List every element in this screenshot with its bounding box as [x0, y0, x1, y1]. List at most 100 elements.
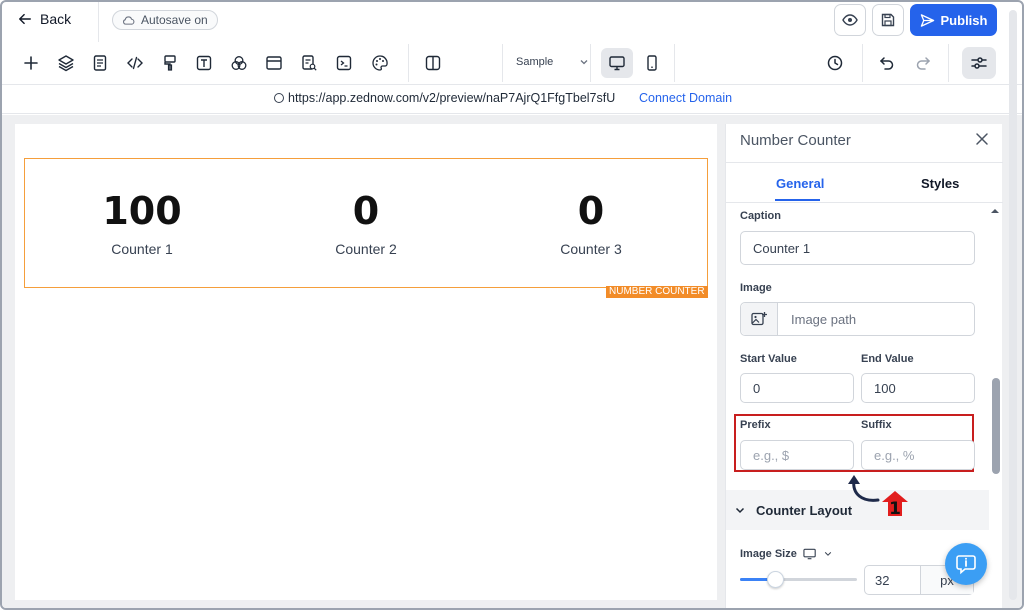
- annotation-badge-icon: 1: [882, 491, 908, 517]
- redo-button[interactable]: [912, 52, 934, 74]
- layers-icon: [58, 55, 74, 72]
- counter-item: 100 Counter 1: [42, 189, 242, 257]
- end-value-input[interactable]: 100: [861, 373, 975, 403]
- undo-icon: [879, 57, 894, 70]
- image-path-field: Image path: [740, 302, 975, 336]
- page-scrollbar[interactable]: [1008, 10, 1018, 602]
- preview-url[interactable]: https://app.zednow.com/v2/preview/naP7Aj…: [274, 91, 615, 105]
- send-icon: [920, 13, 934, 27]
- app-window: Back Autosave on Publish Sample https://…: [0, 0, 1024, 610]
- help-chat-button[interactable]: [945, 543, 987, 585]
- undo-button[interactable]: [876, 52, 898, 74]
- page-scrollbar-thumb[interactable]: [1009, 10, 1017, 600]
- image-size-value[interactable]: 32: [865, 566, 921, 594]
- window-icon: [266, 56, 282, 70]
- arrow-left-icon: [19, 13, 31, 25]
- autosave-badge: Autosave on: [112, 10, 218, 30]
- sliders-icon: [971, 57, 987, 69]
- pages-button[interactable]: [89, 52, 111, 74]
- divider: [862, 44, 863, 82]
- terminal-icon: [336, 55, 352, 71]
- divider: [502, 44, 503, 82]
- page-icon: [93, 55, 107, 71]
- theme-button[interactable]: [369, 52, 391, 74]
- history-button[interactable]: [824, 52, 846, 74]
- scroll-up-icon[interactable]: [989, 206, 1001, 216]
- counter-value: 0: [352, 189, 380, 233]
- panel-toggle-button[interactable]: [962, 47, 996, 79]
- preview-url-bar: https://app.zednow.com/v2/preview/naP7Aj…: [2, 84, 1022, 114]
- text-button[interactable]: [193, 52, 215, 74]
- redo-icon: [916, 57, 931, 70]
- layers-button[interactable]: [55, 52, 77, 74]
- back-button[interactable]: Back: [18, 11, 71, 27]
- mobile-view-button[interactable]: [636, 48, 668, 78]
- divider: [726, 202, 1003, 203]
- divider: [948, 44, 949, 82]
- image-size-slider[interactable]: [740, 571, 857, 588]
- annotation-arrow-icon: [848, 475, 880, 502]
- annotation-badge-number: 1: [889, 499, 901, 517]
- slider-thumb[interactable]: [767, 571, 785, 588]
- template-select[interactable]: Sample: [516, 56, 589, 68]
- chevron-down-icon: [580, 60, 588, 65]
- shapes-button[interactable]: [228, 52, 250, 74]
- caption-input[interactable]: Counter 1: [740, 231, 975, 265]
- save-button[interactable]: [872, 4, 904, 36]
- add-element-button[interactable]: [20, 52, 42, 74]
- globe-icon: [274, 93, 284, 103]
- panel-scrollbar[interactable]: [992, 378, 1000, 474]
- counter-value: 0: [577, 189, 605, 233]
- monitor-icon: [609, 56, 625, 71]
- component-tag: NUMBER COUNTER: [606, 286, 708, 298]
- preview-url-text: https://app.zednow.com/v2/preview/naP7Aj…: [288, 91, 616, 105]
- image-label: Image: [740, 282, 772, 294]
- counter-item: 0 Counter 2: [266, 189, 466, 257]
- chevron-down-icon[interactable]: [824, 550, 832, 558]
- image-path-input[interactable]: Image path: [791, 312, 856, 327]
- image-picker-button[interactable]: [741, 303, 778, 335]
- counter-caption: Counter 2: [335, 241, 397, 257]
- divider: [98, 2, 99, 42]
- connect-domain-link[interactable]: Connect Domain: [639, 91, 732, 105]
- monitor-icon[interactable]: [803, 548, 818, 560]
- style-button[interactable]: [159, 52, 181, 74]
- cloud-icon: [123, 15, 135, 25]
- preview-button[interactable]: [834, 4, 866, 36]
- editor-toolbar: Sample: [2, 44, 1022, 82]
- clock-icon: [827, 55, 843, 71]
- active-tab-indicator: [775, 199, 820, 201]
- suffix-input[interactable]: e.g., %: [861, 440, 975, 470]
- chevron-down-icon: [735, 507, 745, 514]
- floppy-disk-icon: [881, 13, 895, 27]
- divider: [408, 44, 409, 82]
- close-icon[interactable]: [973, 130, 991, 148]
- tab-styles[interactable]: Styles: [921, 176, 959, 191]
- brush-icon: [164, 55, 176, 71]
- counter-caption: Counter 3: [560, 241, 622, 257]
- suffix-label: Suffix: [861, 419, 892, 431]
- prefix-input[interactable]: e.g., $: [740, 440, 854, 470]
- image-size-label-row: Image Size: [740, 548, 832, 560]
- publish-button[interactable]: Publish: [910, 4, 997, 36]
- tab-general[interactable]: General: [776, 176, 824, 191]
- split-view-button[interactable]: [422, 52, 444, 74]
- desktop-view-button[interactable]: [601, 48, 633, 78]
- panel-title: Number Counter: [740, 132, 851, 149]
- start-value-input[interactable]: 0: [740, 373, 854, 403]
- text-icon: [196, 55, 212, 71]
- smartphone-icon: [647, 55, 657, 71]
- prefix-label: Prefix: [740, 419, 771, 431]
- number-counter-component[interactable]: 100 Counter 1 0 Counter 2 0 Counter 3: [24, 158, 708, 288]
- script-button[interactable]: [333, 52, 355, 74]
- code-button[interactable]: [124, 52, 146, 74]
- back-label: Back: [40, 11, 72, 27]
- forms-button[interactable]: [298, 52, 320, 74]
- eye-icon: [842, 14, 858, 26]
- section-button[interactable]: [263, 52, 285, 74]
- columns-icon: [425, 55, 441, 71]
- counter-value: 100: [102, 189, 182, 233]
- caption-label: Caption: [740, 210, 781, 222]
- form-icon: [302, 55, 317, 71]
- start-value-label: Start Value: [740, 353, 797, 365]
